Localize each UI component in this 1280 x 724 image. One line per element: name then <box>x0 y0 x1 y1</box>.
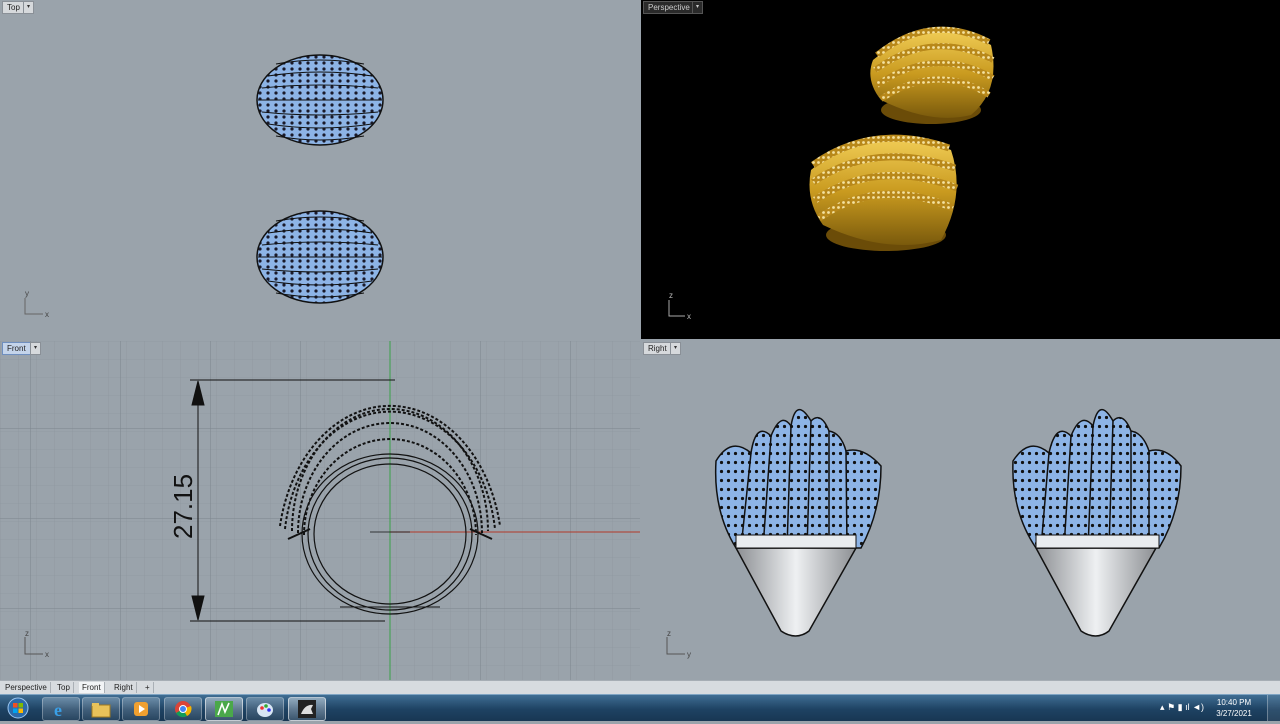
tab-perspective[interactable]: Perspective <box>2 682 51 693</box>
viewport-right[interactable]: y z Right ▾ <box>641 341 1280 680</box>
svg-text:y: y <box>687 650 691 659</box>
viewport-title-front[interactable]: Front <box>2 342 31 355</box>
windows-start-icon[interactable] <box>2 697 34 719</box>
clock-date: 3/27/2021 <box>1216 709 1252 718</box>
svg-text:x: x <box>45 650 49 659</box>
viewport-title-perspective[interactable]: Perspective <box>643 1 695 14</box>
axis-widget-perspective <box>668 300 685 317</box>
axis-y-label: y <box>25 289 29 298</box>
svg-text:z: z <box>669 291 673 300</box>
perspective-view-canvas: x z <box>668 26 995 321</box>
axis-x-label: x <box>45 310 49 319</box>
chevron-down-icon[interactable]: ▾ <box>670 342 681 355</box>
show-desktop-button[interactable] <box>1267 695 1280 721</box>
svg-text:z: z <box>25 629 29 638</box>
svg-text:z: z <box>667 629 671 638</box>
top-view-canvas: x y <box>24 54 384 319</box>
viewport-title-right[interactable]: Right <box>643 342 672 355</box>
tab-top[interactable]: Top <box>54 682 74 693</box>
tab-right[interactable]: Right <box>111 682 137 693</box>
svg-text:x: x <box>687 312 691 321</box>
plus-icon[interactable]: + <box>142 682 154 693</box>
matrix-icon[interactable] <box>205 697 243 721</box>
gold-ring-2 <box>809 134 959 251</box>
chrome-icon[interactable] <box>164 697 202 721</box>
svg-text:e: e <box>54 700 62 718</box>
ring-top-view-1 <box>256 54 384 146</box>
axis-widget-top <box>24 298 43 315</box>
ring-top-view-2 <box>256 210 384 304</box>
viewport-top[interactable]: x y Top ▾ <box>0 0 640 339</box>
ring-side-view-1 <box>714 409 882 637</box>
front-view-canvas: 27.15 x z <box>0 341 640 680</box>
viewport-tab-bar: Perspective Top Front Right + <box>0 680 1280 694</box>
viewport-perspective[interactable]: x z Perspective ▾ <box>641 0 1280 339</box>
dimension-text: 27.15 <box>168 474 198 539</box>
chevron-down-icon[interactable]: ▾ <box>23 1 34 14</box>
clock-time: 10:40 PM <box>1216 698 1252 707</box>
folder-icon[interactable] <box>82 697 120 721</box>
rhino-icon[interactable] <box>288 697 326 721</box>
viewport-front[interactable]: 27.15 x z Front ▾ <box>0 341 640 680</box>
clock[interactable]: 10:40 PM 3/27/2021 <box>1208 697 1260 719</box>
right-view-canvas: y z <box>666 409 1182 659</box>
viewport-title-top[interactable]: Top <box>2 1 25 14</box>
media-player-icon[interactable] <box>122 697 160 721</box>
paint-icon[interactable] <box>246 697 284 721</box>
gold-ring-1 <box>870 26 995 124</box>
ie-icon[interactable]: e <box>42 697 80 721</box>
taskbar: e ▴ ⚑ ▮ ıl ◄) 10:40 PM 3/27/2021 <box>0 694 1280 721</box>
ring-side-view-2 <box>1012 409 1182 637</box>
tab-front[interactable]: Front <box>79 682 105 693</box>
chevron-down-icon[interactable]: ▾ <box>30 342 41 355</box>
chevron-down-icon[interactable]: ▾ <box>692 1 703 14</box>
system-tray[interactable]: ▴ ⚑ ▮ ıl ◄) <box>1160 702 1204 714</box>
